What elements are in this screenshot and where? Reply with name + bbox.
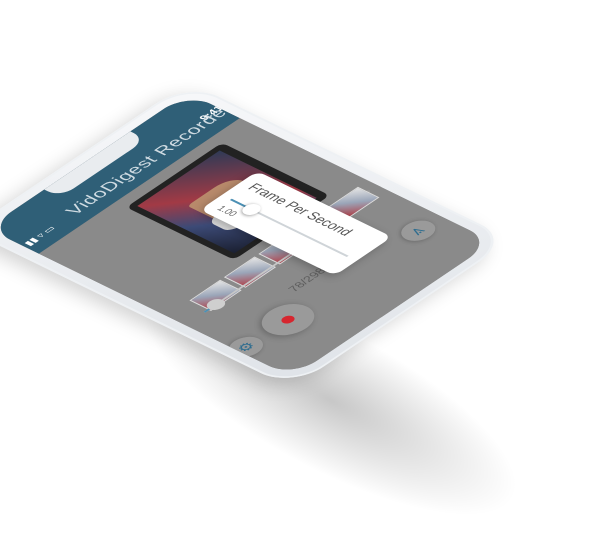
record-icon bbox=[278, 314, 298, 326]
fps-value: 1.00 bbox=[214, 203, 240, 219]
scene: 9:41 ▮▮ ▿ ▭ VidoDigest Recorder ⌃ ⌄ 78/2… bbox=[0, 0, 591, 538]
phone-screen: 9:41 ▮▮ ▿ ▭ VidoDigest Recorder ⌃ ⌄ 78/2… bbox=[0, 92, 494, 378]
phone-mockup: 9:41 ▮▮ ▿ ▭ VidoDigest Recorder ⌃ ⌄ 78/2… bbox=[0, 81, 512, 389]
share-icon: ⋖ bbox=[405, 222, 432, 239]
